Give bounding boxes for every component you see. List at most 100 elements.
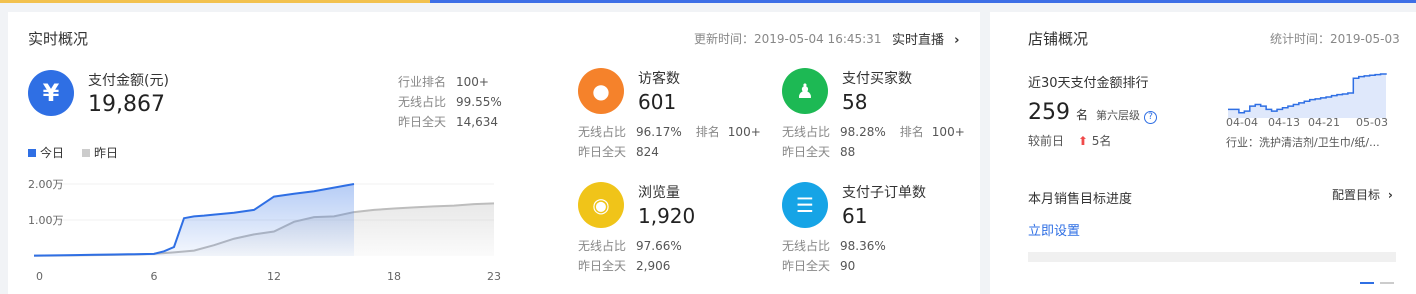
x-tick-label: 6 [151,270,158,282]
set-now-link[interactable]: 立即设置 [1028,220,1080,239]
wireless-value: 97.66% [636,239,682,253]
metric-stats: 无线占比 97.66% 昨日全天 2,906 [578,236,682,276]
compare-row: 较前日 ⬆ 5名 [1028,132,1111,149]
sales-target-progress-bar [1028,252,1396,262]
panel-title: 实时概况 [28,30,89,48]
yen-icon: ¥ [28,70,74,116]
payment-stat-row: 昨日全天 14,634 [398,112,502,132]
wireless-value: 96.17% [636,125,682,139]
clipboard-icon: ☰ [782,182,828,228]
metric-value: 601 [638,90,677,114]
configure-target-link[interactable]: 配置目标 › [1332,186,1393,203]
metric-stats: 无线占比 96.17% 排名 100+ 昨日全天 824 [578,122,761,162]
metric-stat-row: 无线占比 98.36% [782,236,886,256]
rank-trend-area [1228,73,1386,118]
metric-value: 61 [842,204,868,228]
rank-value: 259 [1028,100,1070,125]
top-bar-accent [0,0,430,3]
configure-target-label: 配置目标 [1332,188,1381,202]
store-overview-panel: 店铺概况 统计时间：2019-05-03 近30天支付金额排行 259 名 第六… [990,12,1416,294]
carousel-dot-active[interactable] [1360,282,1374,284]
rank-value: 100+ [727,125,761,139]
wireless-label: 无线占比 [578,239,627,253]
y-tick-label: 1.00万 [28,214,64,227]
wireless-label: 无线占比 [782,239,831,253]
legend-yesterday[interactable]: 昨日 [82,144,118,161]
mini-x-tick: 04-13 [1268,116,1300,129]
metric-label: 支付买家数 [842,71,912,87]
help-icon[interactable]: ? [1144,111,1158,124]
stat-value: 100+ [456,75,489,89]
wireless-value: 98.36% [840,239,886,253]
rank-label: 排名 [695,125,720,139]
stat-label: 行业排名 [398,75,447,89]
metric-stats: 无线占比 98.36% 昨日全天 90 [782,236,886,276]
legend-swatch-today [28,149,36,157]
metric-value: 58 [842,90,868,114]
metric-suborders: ☰ 支付子订单数 61 无线占比 98.36% 昨日全天 90 [782,182,982,292]
carousel-dots [1360,282,1394,284]
rank-value: 100+ [931,125,965,139]
mini-x-tick: 04-04 [1226,116,1258,129]
compare-label: 较前日 [1028,134,1065,148]
panel-title: 店铺概况 [1028,30,1089,48]
stat-value: 14,634 [456,115,499,129]
chevron-right-icon: › [1387,188,1393,202]
wireless-label: 无线占比 [578,125,627,139]
realtime-trend-chart: 2.00万 1.00万 0 6 12 18 23 [28,178,501,282]
yesterday-label: 昨日全天 [782,145,831,159]
top-bar [0,0,1416,3]
x-tick-label: 12 [267,270,281,282]
stat-value: 99.55% [456,95,502,109]
payment-amount-value: 19,867 [88,92,165,117]
carousel-dot[interactable] [1380,282,1394,284]
live-stream-link[interactable]: 实时直播 › [892,29,960,48]
metric-stat-row: 昨日全天 88 [782,142,965,162]
buyers-icon: ♟ [782,68,828,114]
metric-stats: 无线占比 98.28% 排名 100+ 昨日全天 88 [782,122,965,162]
stat-label: 昨日全天 [398,115,447,129]
metric-stat-row: 昨日全天 824 [578,142,761,162]
arrow-up-icon: ⬆ [1077,134,1088,148]
stat-label: 无线占比 [398,95,447,109]
industry-label: 行业：洗护清洁剂/卫生巾/纸/... [1226,136,1380,149]
rank-unit: 名 [1076,108,1089,122]
metric-label: 浏览量 [638,185,680,201]
change-value: 5名 [1091,134,1112,148]
metric-stat-row: 昨日全天 2,906 [578,256,682,276]
metric-pageviews: ◉ 浏览量 1,920 无线占比 97.66% 昨日全天 2,906 [578,182,778,292]
metric-visitors: ● 访客数 601 无线占比 96.17% 排名 100+ 昨日全天 824 [578,68,778,178]
yesterday-value: 90 [840,259,856,273]
metric-buyers: ♟ 支付买家数 58 无线占比 98.28% 排名 100+ 昨日全天 88 [782,68,982,178]
yesterday-value: 88 [840,145,856,159]
realtime-overview-panel: 实时概况 更新时间：2019-05-04 16:45:31 实时直播 › ¥ 支… [8,12,980,294]
x-tick-label: 18 [387,270,401,282]
chart-legend: 今日 昨日 [28,144,118,161]
sales-target-title: 本月销售目标进度 [1028,192,1133,207]
metric-stat-row: 无线占比 98.28% 排名 100+ [782,122,965,142]
payment-stat-row: 行业排名 100+ [398,72,502,92]
yesterday-value: 824 [636,145,659,159]
eye-icon: ◉ [578,182,624,228]
chevron-right-icon: › [954,33,960,48]
rank-title: 近30天支付金额排行 [1028,76,1149,91]
metric-value: 1,920 [638,204,696,228]
wireless-label: 无线占比 [782,125,831,139]
tier-label: 第六层级 [1096,109,1141,122]
x-tick-label: 23 [487,270,501,282]
mini-x-tick: 05-03 [1356,116,1388,129]
yesterday-label: 昨日全天 [578,259,627,273]
metric-stat-row: 无线占比 96.17% 排名 100+ [578,122,761,142]
legend-label: 昨日 [94,146,119,160]
yesterday-label: 昨日全天 [578,145,627,159]
metric-stat-row: 无线占比 97.66% [578,236,682,256]
legend-today[interactable]: 今日 [28,144,64,161]
y-tick-label: 2.00万 [28,178,64,191]
payment-stats: 行业排名 100+ 无线占比 99.55% 昨日全天 14,634 [398,72,502,132]
update-time: 更新时间：2019-05-04 16:45:31 [694,32,882,46]
payment-amount-label: 支付金额(元) [88,73,169,89]
metric-label: 访客数 [638,71,680,87]
yesterday-value: 2,906 [636,259,671,273]
rank-label: 排名 [899,125,924,139]
mini-x-tick: 04-21 [1308,116,1340,129]
